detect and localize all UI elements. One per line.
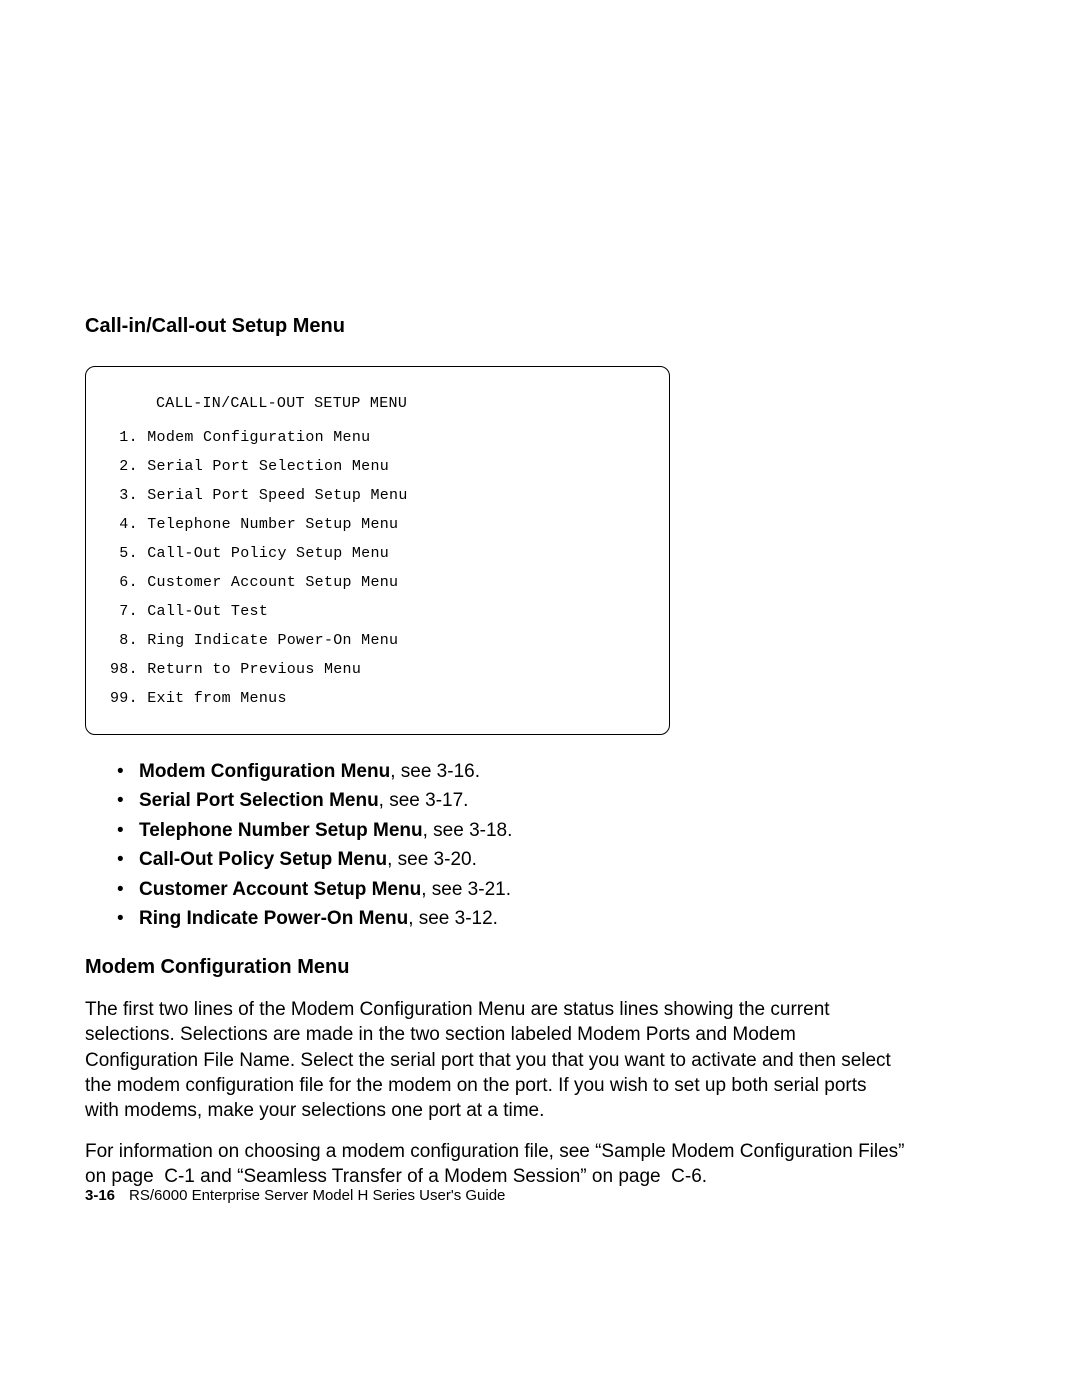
footer-title: RS/6000 Enterprise Server Model H Series… — [129, 1187, 505, 1204]
list-item-bold: Call-Out Policy Setup Menu — [139, 849, 387, 870]
heading-callin-callout: Call-in/Call-out Setup Menu — [85, 315, 905, 338]
menu-title: CALL-IN/CALL-OUT SETUP MENU — [110, 395, 645, 412]
list-item: Call-Out Policy Setup Menu, see 3-20. — [117, 845, 905, 874]
list-item-rest: , see 3-16. — [390, 761, 480, 782]
page-footer: 3-16 RS/6000 Enterprise Server Model H Se… — [85, 1187, 505, 1204]
list-item: Customer Account Setup Menu, see 3-21. — [117, 875, 905, 904]
menu-item: 2. Serial Port Selection Menu — [110, 459, 645, 474]
list-item: Serial Port Selection Menu, see 3-17. — [117, 786, 905, 815]
paragraph-modem-desc: The first two lines of the Modem Configu… — [85, 997, 905, 1124]
list-item-bold: Serial Port Selection Menu — [139, 790, 379, 811]
heading-modem-config: Modem Configuration Menu — [85, 956, 905, 979]
reference-list: Modem Configuration Menu, see 3-16. Seri… — [117, 757, 905, 934]
list-item-rest: , see 3-12. — [408, 908, 498, 929]
menu-item: 5. Call-Out Policy Setup Menu — [110, 546, 645, 561]
menu-item: 8. Ring Indicate Power-On Menu — [110, 633, 645, 648]
list-item-bold: Telephone Number Setup Menu — [139, 820, 423, 841]
list-item-rest: , see 3-17. — [379, 790, 469, 811]
menu-item: 3. Serial Port Speed Setup Menu — [110, 488, 645, 503]
list-item: Modem Configuration Menu, see 3-16. — [117, 757, 905, 786]
list-item-rest: , see 3-18. — [423, 820, 513, 841]
list-item: Telephone Number Setup Menu, see 3-18. — [117, 816, 905, 845]
menu-item: 1. Modem Configuration Menu — [110, 430, 645, 445]
page-body: Call-in/Call-out Setup Menu CALL-IN/CALL… — [85, 315, 905, 1205]
menu-item: 98. Return to Previous Menu — [110, 662, 645, 677]
menu-item: 4. Telephone Number Setup Menu — [110, 517, 645, 532]
list-item-bold: Modem Configuration Menu — [139, 761, 390, 782]
page-number: 3-16 — [85, 1187, 115, 1204]
list-item-bold: Ring Indicate Power-On Menu — [139, 908, 408, 929]
list-item-bold: Customer Account Setup Menu — [139, 879, 421, 900]
paragraph-modem-ref: For information on choosing a modem conf… — [85, 1139, 905, 1190]
menu-item: 6. Customer Account Setup Menu — [110, 575, 645, 590]
list-item: Ring Indicate Power-On Menu, see 3-12. — [117, 904, 905, 933]
list-item-rest: , see 3-21. — [421, 879, 511, 900]
menu-box: CALL-IN/CALL-OUT SETUP MENU 1. Modem Con… — [85, 366, 670, 735]
menu-item: 99. Exit from Menus — [110, 691, 645, 706]
menu-item: 7. Call-Out Test — [110, 604, 645, 619]
list-item-rest: , see 3-20. — [387, 849, 477, 870]
